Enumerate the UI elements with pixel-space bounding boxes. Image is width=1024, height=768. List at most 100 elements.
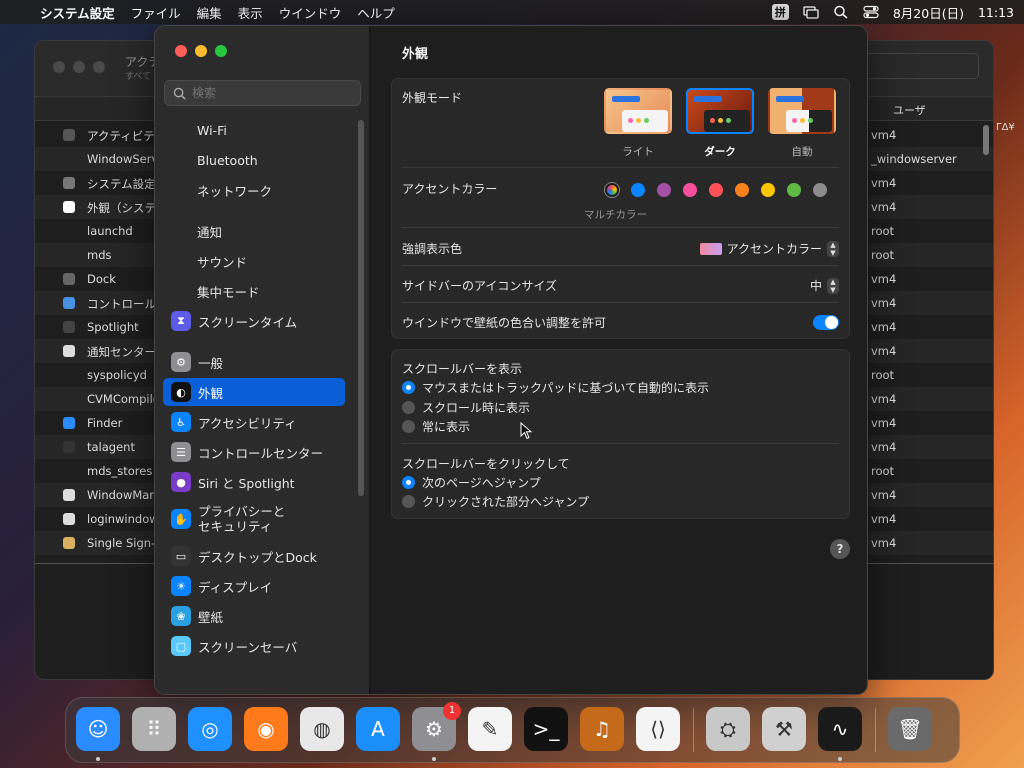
radio-scroll-always-label: 常に表示 — [422, 420, 471, 434]
menu-view[interactable]: 表示 — [238, 3, 263, 22]
highlight-color-popup[interactable]: アクセントカラー ▲ ▼ — [699, 240, 839, 257]
screen-mirroring-icon[interactable] — [803, 5, 819, 19]
radio-button[interactable] — [402, 401, 415, 414]
process-user: vm4 — [871, 176, 897, 190]
sidebar-item-label: コントロールセンター — [198, 445, 324, 461]
activity-monitor-search[interactable] — [849, 53, 979, 79]
activity-monitor-icon[interactable]: ∿ — [818, 707, 862, 751]
sidebar-item-appearance[interactable]: ◐ 外観 — [163, 378, 345, 406]
window-controls — [175, 45, 227, 57]
firefox-icon[interactable]: ◉ — [244, 707, 288, 751]
sidebar-item-siri[interactable]: ● Siri と Spotlight — [163, 468, 345, 496]
sidebar-item-speaker[interactable]: サウンド — [163, 247, 345, 275]
accent-color-swatch[interactable] — [761, 183, 775, 197]
mode-dark[interactable]: ダーク — [686, 88, 754, 159]
menu-file[interactable]: ファイル — [131, 3, 181, 22]
process-name: syspolicyd — [87, 368, 147, 382]
accent-color-swatch[interactable] — [631, 183, 645, 197]
accent-color-swatch[interactable] — [787, 183, 801, 197]
sidebar-item-wallpaper[interactable]: ❀ 壁紙 — [163, 602, 345, 630]
search-icon[interactable] — [833, 5, 849, 19]
sidebar-item-moon[interactable]: 集中モード — [163, 277, 345, 305]
divider — [402, 227, 839, 228]
finder-icon[interactable]: ☺ — [76, 707, 120, 751]
sidebar-item-hand[interactable]: ✋ プライバシーと セキュリティ — [163, 498, 345, 540]
vscode-icon[interactable]: ⟨⟩ — [636, 707, 680, 751]
trash-icon[interactable]: 🗑 — [888, 707, 932, 751]
radio-scroll-when-scrolling[interactable]: スクロール時に表示 — [402, 399, 530, 416]
search-input[interactable] — [192, 86, 352, 100]
menu-edit[interactable]: 編集 — [197, 3, 222, 22]
terminal-icon[interactable]: >_ — [524, 707, 568, 751]
close-button[interactable] — [175, 45, 187, 57]
process-app-icon — [63, 321, 75, 333]
sidebar-item-display[interactable]: ☀ ディスプレイ — [163, 572, 345, 600]
sidebar-item-wifi[interactable]: Wi-Fi — [163, 116, 345, 144]
siri-icon: ● — [171, 472, 191, 492]
mode-auto[interactable]: 自動 — [768, 88, 836, 159]
sidebar: Wi-Fi Bluetooth ネットワーク通知サウンド集中モード ⧗ スクリーンタイム… — [155, 26, 370, 694]
menubar-date[interactable]: 8月20日(日) — [893, 3, 964, 22]
process-user: vm4 — [871, 128, 897, 142]
process-name: launchd — [87, 224, 133, 238]
sidebar-search[interactable] — [164, 80, 361, 106]
process-app-icon — [63, 417, 75, 429]
accent-color-swatch[interactable] — [683, 183, 697, 197]
radio-jump-next-page[interactable]: 次のページへジャンプ — [402, 474, 541, 491]
sidebar-item-label: 集中モード — [197, 284, 260, 300]
sidebar-item-bluetooth[interactable]: Bluetooth — [163, 146, 345, 174]
chrome-icon[interactable]: ◍ — [300, 707, 344, 751]
process-name: WindowManager — [87, 488, 157, 502]
launchpad-icon[interactable]: ⠿ — [132, 707, 176, 751]
radio-scroll-auto[interactable]: マウスまたはトラックパッドに基づいて自動的に表示 — [402, 379, 709, 396]
process-list-scrollbar[interactable] — [983, 125, 989, 155]
process-user: root — [871, 464, 895, 478]
radio-button[interactable] — [402, 381, 415, 394]
sidebar-item-gear[interactable]: ⚙ 一般 — [163, 348, 345, 376]
safari-icon[interactable]: ◎ — [188, 707, 232, 751]
process-name: Single Sign-On — [87, 536, 157, 550]
app-store-icon[interactable]: A — [356, 707, 400, 751]
sidebar-icon-size-popup[interactable]: 中 ▲ ▼ — [810, 277, 839, 294]
automator-icon[interactable]: ⚒ — [762, 707, 806, 751]
accent-multicolor-swatch[interactable] — [605, 183, 619, 197]
sidebar-item-bell[interactable]: 通知 — [163, 217, 345, 245]
sidebar-item-control-center[interactable]: ☰ コントロールセンター — [163, 438, 345, 466]
sidebar-icon-size-label: サイドバーのアイコンサイズ — [402, 279, 558, 293]
accent-color-swatch[interactable] — [735, 183, 749, 197]
accent-color-swatch[interactable] — [657, 183, 671, 197]
control-center-icon[interactable] — [863, 5, 879, 19]
help-button[interactable]: ? — [830, 539, 850, 559]
process-user: root — [871, 368, 895, 382]
sidebar-scrollbar[interactable] — [358, 120, 364, 496]
zoom-button[interactable] — [215, 45, 227, 57]
radio-button[interactable] — [402, 476, 415, 489]
menubar-time[interactable]: 11:13 — [978, 5, 1014, 20]
sidebar-item-dock[interactable]: ▭ デスクトップとDock — [163, 542, 345, 570]
sidebar-item-accessibility[interactable]: ♿ アクセシビリティ — [163, 408, 345, 436]
minimize-button[interactable] — [195, 45, 207, 57]
radio-jump-clicked-spot[interactable]: クリックされた部分へジャンプ — [402, 493, 589, 510]
mode-light[interactable]: ライト — [604, 88, 672, 159]
sidebar-item-screensaver[interactable]: ▢ スクリーンセーバ — [163, 632, 345, 660]
input-method-icon[interactable]: 拼 — [771, 4, 789, 20]
sidebar-item-label: アクセシビリティ — [198, 415, 297, 431]
sidebar-item-hourglass[interactable]: ⧗ スクリーンタイム — [163, 307, 345, 335]
accent-color-swatch[interactable] — [709, 183, 723, 197]
user-column-header[interactable]: ユーザ — [893, 102, 926, 118]
wallpaper-tint-toggle[interactable] — [813, 315, 839, 330]
textedit-icon[interactable]: ✎ — [468, 707, 512, 751]
garageband-icon[interactable]: ♫ — [580, 707, 624, 751]
menu-app-name[interactable]: システム設定 — [40, 3, 115, 22]
wallpaper-tint-label: ウインドウで壁紙の色合い調整を許可 — [402, 316, 607, 330]
running-indicator — [838, 757, 842, 761]
menu-window[interactable]: ウインドウ — [279, 3, 342, 22]
disk-utility-icon[interactable]: ⛭ — [706, 707, 750, 751]
sidebar-item-network[interactable]: ネットワーク — [163, 176, 345, 204]
menu-help[interactable]: ヘルプ — [357, 3, 395, 22]
radio-button[interactable] — [402, 495, 415, 508]
radio-scroll-always[interactable]: 常に表示 — [402, 418, 470, 435]
accent-color-swatch[interactable] — [813, 183, 827, 197]
radio-button[interactable] — [402, 420, 415, 433]
system-settings-icon[interactable]: ⚙ 1 — [412, 702, 461, 751]
